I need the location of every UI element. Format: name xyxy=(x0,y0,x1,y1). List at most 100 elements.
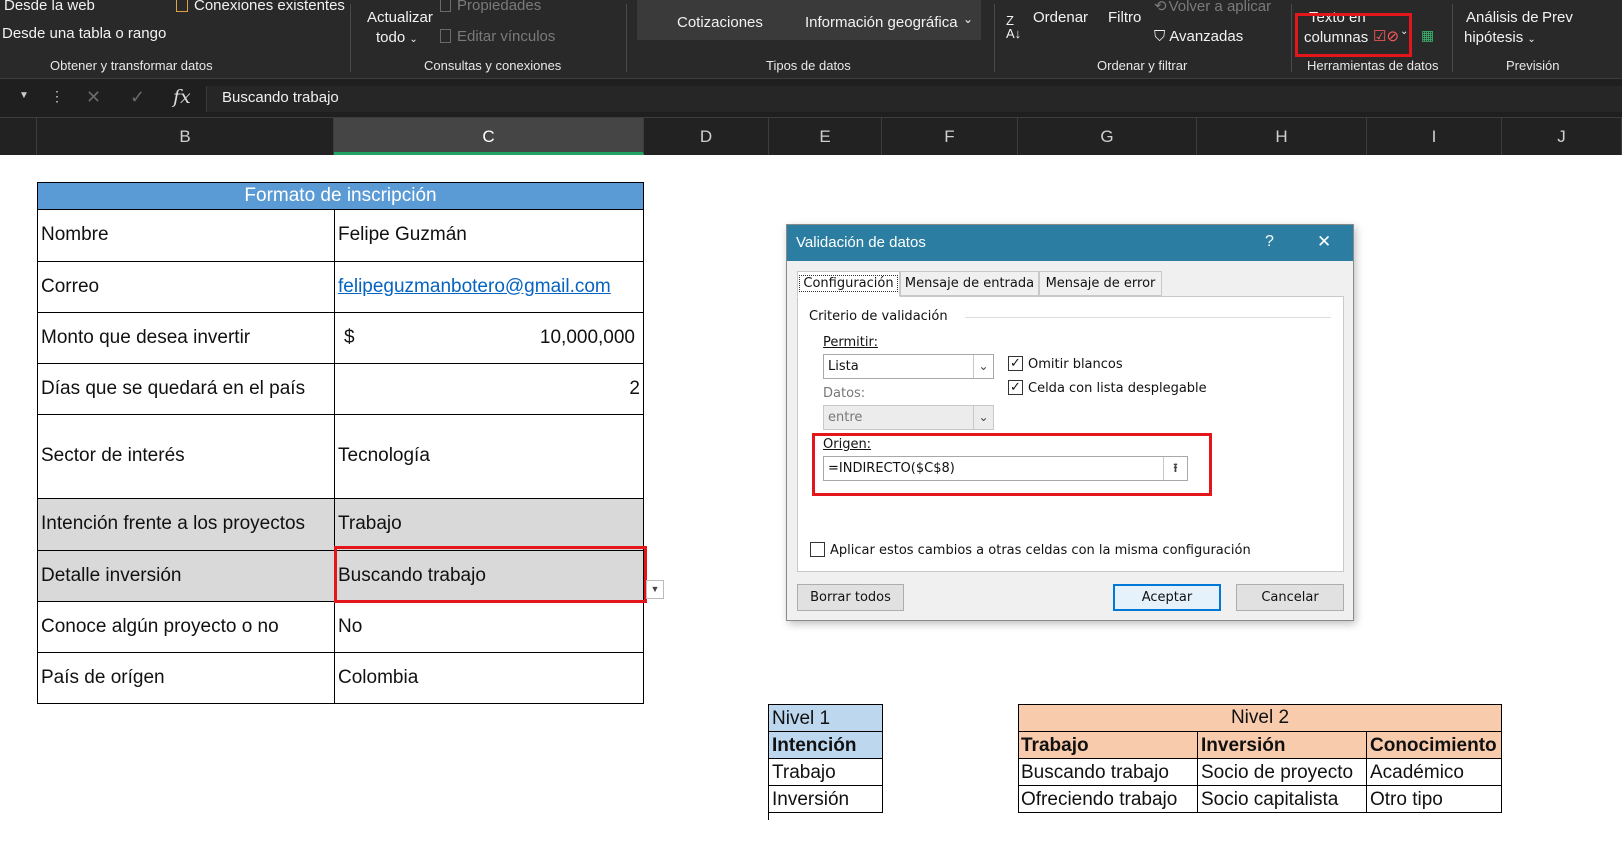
help-icon[interactable]: ? xyxy=(1265,233,1274,251)
form-label-amount[interactable]: Monto que desea invertir xyxy=(37,312,334,363)
ok-button[interactable]: Aceptar xyxy=(1113,584,1221,611)
grid-line xyxy=(1018,704,1019,813)
form-label-detail[interactable]: Detalle inversión xyxy=(37,550,334,601)
grid-line xyxy=(1018,731,1502,732)
form-value-amount[interactable]: $ 10,000,000 xyxy=(334,312,644,363)
tab-settings[interactable]: Configuración xyxy=(797,271,900,297)
grid-line xyxy=(1018,704,1502,705)
data-select[interactable]: entre ⌄ xyxy=(823,405,994,430)
level2-cell[interactable]: Otro tipo xyxy=(1370,789,1443,811)
properties-button[interactable]: Propiedades xyxy=(440,0,541,14)
dialog-title-bar[interactable]: Validación de datos ? ✕ xyxy=(787,225,1353,261)
form-value-days[interactable]: 2 xyxy=(334,363,644,414)
group-label-get-data: Obtener y transformar datos xyxy=(50,58,213,73)
geography-data-type[interactable]: Información geográfica xyxy=(805,14,958,31)
close-icon[interactable]: ✕ xyxy=(1317,232,1331,252)
column-header-b[interactable]: B xyxy=(37,118,334,155)
level1-item[interactable]: Trabajo xyxy=(772,762,836,784)
refresh-all-button-line2[interactable]: todo ⌄ xyxy=(376,29,418,46)
level2-cell[interactable]: Buscando trabajo xyxy=(1021,762,1169,784)
properties-label: Propiedades xyxy=(457,0,542,14)
grid-line xyxy=(882,704,883,813)
advanced-filter-button[interactable]: ⛉ Avanzadas xyxy=(1154,28,1243,45)
apply-all-checkbox[interactable] xyxy=(810,542,825,557)
advanced-filter-icon: ⛉ xyxy=(1154,28,1166,45)
reapply-button[interactable]: ⟲ Volver a aplicar xyxy=(1154,0,1271,15)
tab-settings-label: Configuración xyxy=(799,275,898,292)
form-label-knows-project[interactable]: Conoce algún proyecto o no xyxy=(37,601,334,652)
clear-all-button[interactable]: Borrar todos xyxy=(797,584,904,611)
group-separator xyxy=(350,4,351,72)
sort-button[interactable]: Ordenar xyxy=(1033,9,1088,26)
data-model-icon[interactable]: ▦ xyxy=(1421,27,1434,44)
group-label-sort-filter: Ordenar y filtrar xyxy=(1097,58,1188,73)
sort-az-icon[interactable]: Z A↓ xyxy=(1006,14,1021,40)
column-header-d[interactable]: D xyxy=(644,118,769,155)
connections-icon xyxy=(176,0,188,12)
in-cell-dropdown-checkbox[interactable]: ✓ xyxy=(1008,380,1023,395)
column-header-j[interactable]: J xyxy=(1502,118,1622,155)
chevron-down-icon: ⌄ xyxy=(409,34,418,45)
column-header-i[interactable]: I xyxy=(1367,118,1502,155)
formula-input[interactable]: Buscando trabajo xyxy=(206,86,1622,112)
refresh-all-button[interactable]: Actualizar xyxy=(367,9,433,26)
filter-button[interactable]: Filtro xyxy=(1108,9,1141,26)
ignore-blank-checkbox[interactable]: ✓ xyxy=(1008,356,1023,371)
allow-label: Permitir: xyxy=(823,335,878,350)
form-value-sector[interactable]: Tecnología xyxy=(334,414,644,498)
grid-line xyxy=(37,209,644,210)
form-label-country[interactable]: País de orígen xyxy=(37,652,334,703)
level2-title[interactable]: Nivel 2 xyxy=(1018,705,1502,731)
existing-connections-button[interactable]: Conexiones existentes xyxy=(176,0,345,14)
level2-cell[interactable]: Académico xyxy=(1370,762,1464,784)
column-header-c[interactable]: C xyxy=(334,118,644,155)
cancel-formula-icon[interactable]: ✕ xyxy=(86,87,101,108)
level1-header[interactable]: Intención xyxy=(772,735,856,757)
form-value-knows-project[interactable]: No xyxy=(334,601,644,652)
group-label-queries: Consultas y conexiones xyxy=(424,58,562,73)
gallery-more-icon[interactable]: ⌄ xyxy=(963,12,973,26)
cancel-button[interactable]: Cancelar xyxy=(1236,584,1344,611)
grid-line xyxy=(37,498,644,499)
column-header-f[interactable]: F xyxy=(882,118,1018,155)
insert-function-icon[interactable]: fx xyxy=(173,86,191,108)
form-value-name[interactable]: Felipe Guzmán xyxy=(334,209,644,261)
properties-icon xyxy=(440,0,451,12)
column-header-a[interactable] xyxy=(0,118,37,155)
what-if-button-line2[interactable]: hipótesis ⌄ xyxy=(1464,29,1536,46)
level2-cell[interactable]: Ofreciendo trabajo xyxy=(1021,789,1177,811)
column-header-e[interactable]: E xyxy=(769,118,882,155)
allow-select[interactable]: Lista ⌄ xyxy=(823,354,994,379)
cell-dropdown-arrow-icon[interactable]: ▼ xyxy=(646,580,664,599)
level2-cell[interactable]: Socio de proyecto xyxy=(1201,762,1353,784)
stocks-data-type[interactable]: Cotizaciones xyxy=(677,14,763,31)
what-if-button[interactable]: Análisis de xyxy=(1466,9,1539,26)
form-value-email-link[interactable]: felipeguzmanbotero@gmail.com xyxy=(334,261,644,312)
form-label-days[interactable]: Días que se quedará en el país xyxy=(37,363,334,414)
form-label-intention[interactable]: Intención frente a los proyectos xyxy=(37,498,334,550)
level1-title[interactable]: Nivel 1 xyxy=(772,708,830,730)
column-header-h[interactable]: H xyxy=(1197,118,1367,155)
from-table-button[interactable]: Desde una tabla o rango xyxy=(2,25,166,42)
form-label-name[interactable]: Nombre xyxy=(37,209,334,261)
forecast-sheet-button[interactable]: Prev xyxy=(1542,9,1573,26)
level2-cell[interactable]: Socio capitalista xyxy=(1201,789,1338,811)
form-label-email[interactable]: Correo xyxy=(37,261,334,312)
form-value-intention[interactable]: Trabajo xyxy=(334,498,644,550)
edit-links-button[interactable]: Editar vínculos xyxy=(440,28,555,45)
name-box-dropdown-icon[interactable]: ▼ xyxy=(19,90,29,101)
tab-error-alert[interactable]: Mensaje de error xyxy=(1039,271,1162,296)
column-header-g[interactable]: G xyxy=(1018,118,1197,155)
level2-header[interactable]: Inversión xyxy=(1201,735,1285,757)
edit-links-icon xyxy=(440,29,451,43)
level2-header[interactable]: Trabajo xyxy=(1021,735,1089,757)
form-value-country[interactable]: Colombia xyxy=(334,652,644,703)
from-web-button[interactable]: Desde la web xyxy=(4,0,95,14)
more-options-icon[interactable]: ⋮ xyxy=(50,88,64,105)
enter-formula-icon[interactable]: ✓ xyxy=(130,87,145,108)
grid-line xyxy=(37,261,644,262)
level2-header[interactable]: Conocimiento xyxy=(1370,735,1497,757)
level1-item[interactable]: Inversión xyxy=(772,789,849,811)
form-label-sector[interactable]: Sector de interés xyxy=(37,414,334,498)
tab-input-message[interactable]: Mensaje de entrada xyxy=(900,271,1039,296)
